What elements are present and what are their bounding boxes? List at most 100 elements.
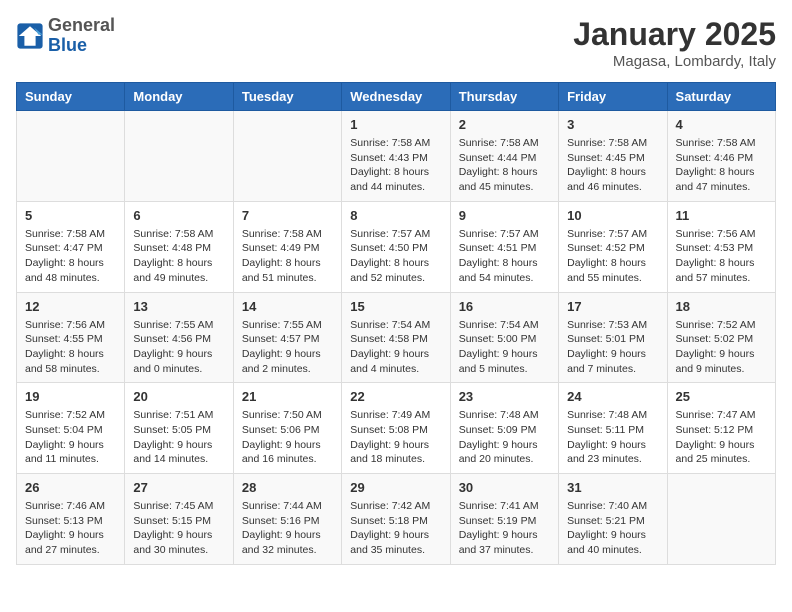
calendar-cell — [667, 474, 775, 565]
day-info: Sunrise: 7:58 AM Sunset: 4:46 PM Dayligh… — [676, 136, 767, 195]
week-row-2: 5Sunrise: 7:58 AM Sunset: 4:47 PM Daylig… — [17, 201, 776, 292]
day-info: Sunrise: 7:58 AM Sunset: 4:49 PM Dayligh… — [242, 227, 333, 286]
calendar-cell: 3 Sunrise: 7:58 AM Sunset: 4:45 PM Daylig… — [559, 111, 667, 202]
day-number: 3 — [567, 117, 658, 132]
day-info: Sunrise: 7:55 AM Sunset: 4:57 PM Dayligh… — [242, 318, 333, 377]
calendar-cell: 2Sunrise: 7:58 AM Sunset: 4:44 PM Daylig… — [450, 111, 558, 202]
day-number: 1 — [350, 117, 441, 132]
day-info: Sunrise: 7:41 AM Sunset: 5:19 PM Dayligh… — [459, 499, 550, 558]
day-number: 21 — [242, 389, 333, 404]
day-header-saturday: Saturday — [667, 83, 775, 111]
calendar-cell: 14 Sunrise: 7:55 AM Sunset: 4:57 PM Dayli… — [233, 292, 341, 383]
calendar-cell: 26 Sunrise: 7:46 AM Sunset: 5:13 PM Dayli… — [17, 474, 125, 565]
day-header-wednesday: Wednesday — [342, 83, 450, 111]
day-info: Sunrise: 7:57 AM Sunset: 4:50 PM Dayligh… — [350, 227, 441, 286]
calendar-cell: 6 Sunrise: 7:58 AM Sunset: 4:48 PM Daylig… — [125, 201, 233, 292]
page-header: General Blue January 2025 Magasa, Lombar… — [16, 16, 776, 70]
calendar-cell: 19Sunrise: 7:52 AM Sunset: 5:04 PM Dayli… — [17, 383, 125, 474]
calendar-cell: 7Sunrise: 7:58 AM Sunset: 4:49 PM Daylig… — [233, 201, 341, 292]
day-number: 23 — [459, 389, 550, 404]
day-number: 10 — [567, 208, 658, 223]
calendar-cell: 16 Sunrise: 7:54 AM Sunset: 5:00 PM Dayli… — [450, 292, 558, 383]
day-number: 22 — [350, 389, 441, 404]
day-number: 24 — [567, 389, 658, 404]
calendar-cell — [17, 111, 125, 202]
day-info: Sunrise: 7:53 AM Sunset: 5:01 PM Dayligh… — [567, 318, 658, 377]
day-number: 12 — [25, 299, 116, 314]
day-number: 6 — [133, 208, 224, 223]
day-header-monday: Monday — [125, 83, 233, 111]
day-info: Sunrise: 7:50 AM Sunset: 5:06 PM Dayligh… — [242, 408, 333, 467]
day-info: Sunrise: 7:57 AM Sunset: 4:52 PM Dayligh… — [567, 227, 658, 286]
day-number: 14 — [242, 299, 333, 314]
day-info: Sunrise: 7:49 AM Sunset: 5:08 PM Dayligh… — [350, 408, 441, 467]
day-number: 26 — [25, 480, 116, 495]
day-info: Sunrise: 7:46 AM Sunset: 5:13 PM Dayligh… — [25, 499, 116, 558]
day-info: Sunrise: 7:54 AM Sunset: 5:00 PM Dayligh… — [459, 318, 550, 377]
calendar-cell: 13 Sunrise: 7:55 AM Sunset: 4:56 PM Dayli… — [125, 292, 233, 383]
calendar-cell: 28 Sunrise: 7:44 AM Sunset: 5:16 PM Dayli… — [233, 474, 341, 565]
calendar-cell: 22 Sunrise: 7:49 AM Sunset: 5:08 PM Dayli… — [342, 383, 450, 474]
day-info: Sunrise: 7:58 AM Sunset: 4:48 PM Dayligh… — [133, 227, 224, 286]
calendar-cell: 29 Sunrise: 7:42 AM Sunset: 5:18 PM Dayli… — [342, 474, 450, 565]
day-number: 28 — [242, 480, 333, 495]
logo-text: General Blue — [48, 16, 115, 56]
day-number: 29 — [350, 480, 441, 495]
calendar-cell: 17Sunrise: 7:53 AM Sunset: 5:01 PM Dayli… — [559, 292, 667, 383]
day-info: Sunrise: 7:52 AM Sunset: 5:02 PM Dayligh… — [676, 318, 767, 377]
day-number: 11 — [676, 208, 767, 223]
calendar-cell: 1 Sunrise: 7:58 AM Sunset: 4:43 PM Daylig… — [342, 111, 450, 202]
day-info: Sunrise: 7:56 AM Sunset: 4:55 PM Dayligh… — [25, 318, 116, 377]
day-number: 27 — [133, 480, 224, 495]
calendar-cell — [125, 111, 233, 202]
day-number: 20 — [133, 389, 224, 404]
calendar-cell: 4 Sunrise: 7:58 AM Sunset: 4:46 PM Daylig… — [667, 111, 775, 202]
calendar-cell: 24 Sunrise: 7:48 AM Sunset: 5:11 PM Dayli… — [559, 383, 667, 474]
day-number: 16 — [459, 299, 550, 314]
week-row-4: 19Sunrise: 7:52 AM Sunset: 5:04 PM Dayli… — [17, 383, 776, 474]
day-info: Sunrise: 7:54 AM Sunset: 4:58 PM Dayligh… — [350, 318, 441, 377]
day-info: Sunrise: 7:42 AM Sunset: 5:18 PM Dayligh… — [350, 499, 441, 558]
calendar-cell: 8 Sunrise: 7:57 AM Sunset: 4:50 PM Daylig… — [342, 201, 450, 292]
week-row-1: 1 Sunrise: 7:58 AM Sunset: 4:43 PM Daylig… — [17, 111, 776, 202]
logo-icon — [16, 22, 44, 50]
calendar-cell: 9 Sunrise: 7:57 AM Sunset: 4:51 PM Daylig… — [450, 201, 558, 292]
day-info: Sunrise: 7:55 AM Sunset: 4:56 PM Dayligh… — [133, 318, 224, 377]
day-header-friday: Friday — [559, 83, 667, 111]
calendar-cell: 21 Sunrise: 7:50 AM Sunset: 5:06 PM Dayli… — [233, 383, 341, 474]
day-number: 13 — [133, 299, 224, 314]
day-info: Sunrise: 7:58 AM Sunset: 4:43 PM Dayligh… — [350, 136, 441, 195]
day-info: Sunrise: 7:56 AM Sunset: 4:53 PM Dayligh… — [676, 227, 767, 286]
day-number: 31 — [567, 480, 658, 495]
calendar-cell: 18 Sunrise: 7:52 AM Sunset: 5:02 PM Dayli… — [667, 292, 775, 383]
day-number: 5 — [25, 208, 116, 223]
calendar-cell: 27 Sunrise: 7:45 AM Sunset: 5:15 PM Dayli… — [125, 474, 233, 565]
day-info: Sunrise: 7:58 AM Sunset: 4:45 PM Dayligh… — [567, 136, 658, 195]
title-block: January 2025 Magasa, Lombardy, Italy — [573, 16, 776, 70]
calendar-cell: 30Sunrise: 7:41 AM Sunset: 5:19 PM Dayli… — [450, 474, 558, 565]
week-row-5: 26 Sunrise: 7:46 AM Sunset: 5:13 PM Dayli… — [17, 474, 776, 565]
day-number: 8 — [350, 208, 441, 223]
calendar-cell — [233, 111, 341, 202]
day-number: 4 — [676, 117, 767, 132]
day-info: Sunrise: 7:47 AM Sunset: 5:12 PM Dayligh… — [676, 408, 767, 467]
calendar-cell: 12 Sunrise: 7:56 AM Sunset: 4:55 PM Dayli… — [17, 292, 125, 383]
day-info: Sunrise: 7:45 AM Sunset: 5:15 PM Dayligh… — [133, 499, 224, 558]
day-header-thursday: Thursday — [450, 83, 558, 111]
calendar-cell: 11 Sunrise: 7:56 AM Sunset: 4:53 PM Dayli… — [667, 201, 775, 292]
day-info: Sunrise: 7:58 AM Sunset: 4:44 PM Dayligh… — [459, 136, 550, 195]
logo: General Blue — [16, 16, 115, 56]
day-number: 9 — [459, 208, 550, 223]
day-info: Sunrise: 7:51 AM Sunset: 5:05 PM Dayligh… — [133, 408, 224, 467]
day-header-sunday: Sunday — [17, 83, 125, 111]
day-number: 18 — [676, 299, 767, 314]
calendar-table: SundayMondayTuesdayWednesdayThursdayFrid… — [16, 82, 776, 565]
day-info: Sunrise: 7:48 AM Sunset: 5:11 PM Dayligh… — [567, 408, 658, 467]
days-header-row: SundayMondayTuesdayWednesdayThursdayFrid… — [17, 83, 776, 111]
calendar-cell: 20 Sunrise: 7:51 AM Sunset: 5:05 PM Dayli… — [125, 383, 233, 474]
day-info: Sunrise: 7:48 AM Sunset: 5:09 PM Dayligh… — [459, 408, 550, 467]
day-number: 19 — [25, 389, 116, 404]
day-info: Sunrise: 7:44 AM Sunset: 5:16 PM Dayligh… — [242, 499, 333, 558]
day-info: Sunrise: 7:57 AM Sunset: 4:51 PM Dayligh… — [459, 227, 550, 286]
week-row-3: 12 Sunrise: 7:56 AM Sunset: 4:55 PM Dayli… — [17, 292, 776, 383]
